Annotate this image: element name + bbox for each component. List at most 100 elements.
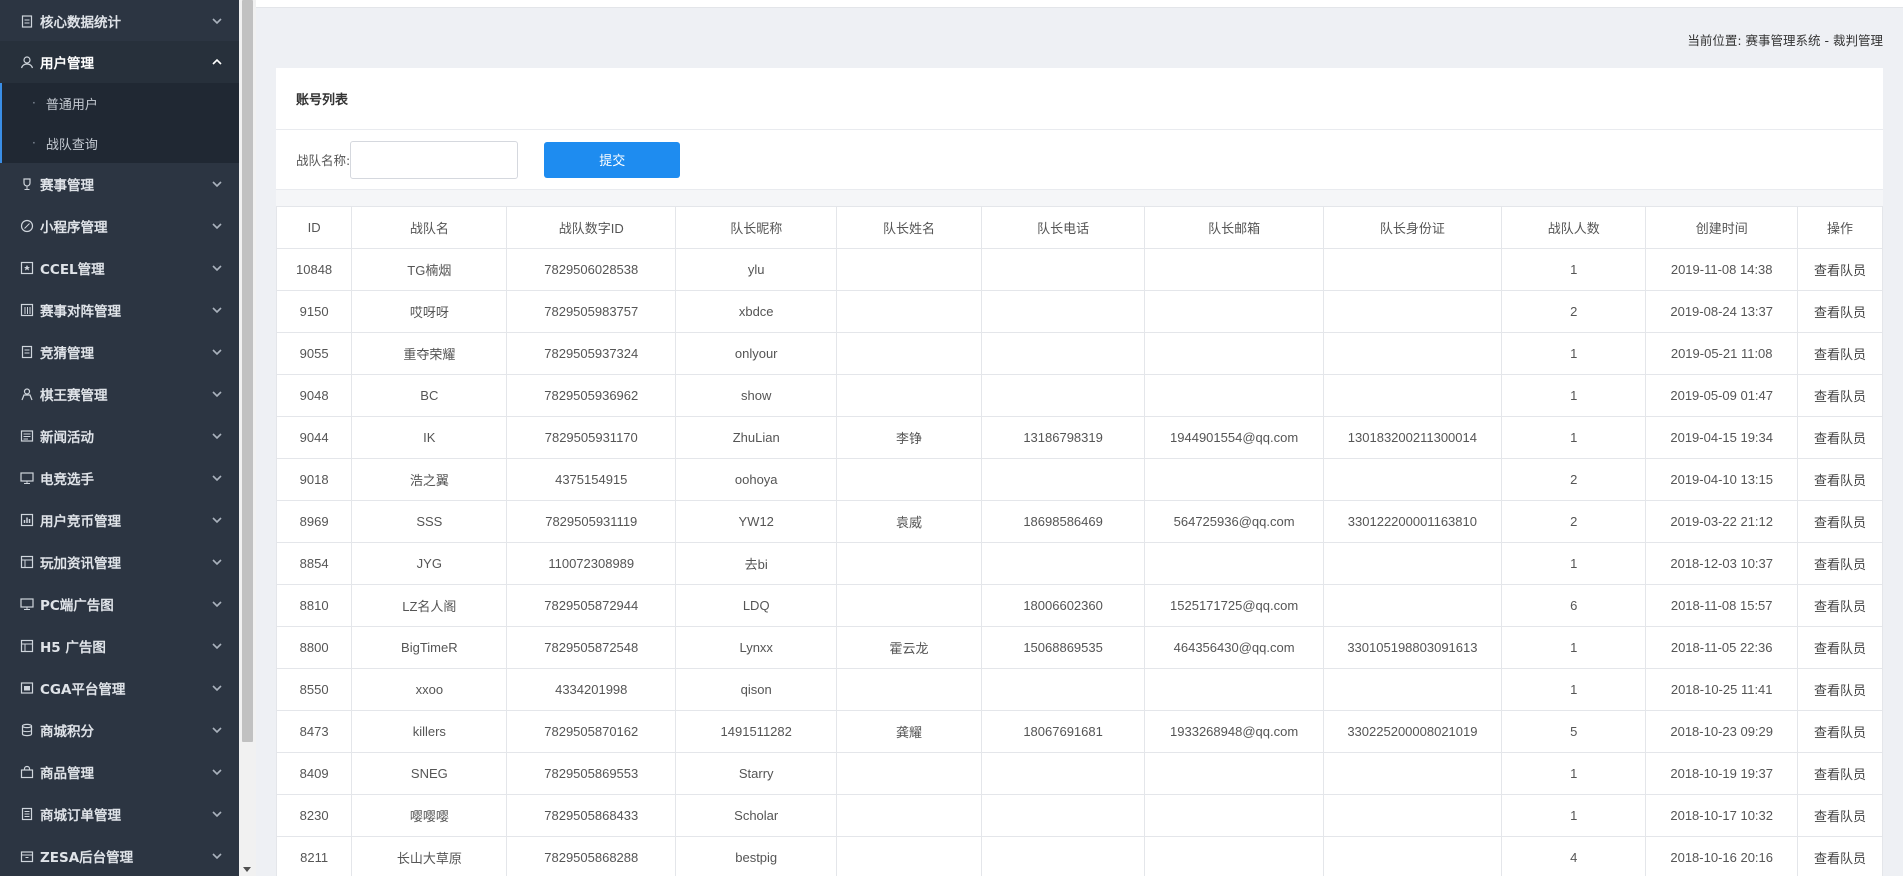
sidebar-item-6[interactable]: 竞猜管理 xyxy=(0,331,239,373)
table-cell: 袁威 xyxy=(836,500,982,543)
sidebar-item-12[interactable]: PC端广告图 xyxy=(0,583,239,625)
chevron-down-icon[interactable] xyxy=(211,766,223,778)
sidebar-item-14[interactable]: CGA平台管理 xyxy=(0,667,239,709)
view-members-link[interactable]: 查看队员 xyxy=(1797,248,1883,291)
sidebar-subitem-1[interactable]: · 战队查询 xyxy=(0,123,239,163)
table-cell: 1 xyxy=(1501,794,1647,837)
chevron-down-icon[interactable] xyxy=(211,430,223,442)
chevron-up-icon[interactable] xyxy=(211,56,223,68)
table-cell: 2018-12-03 10:37 xyxy=(1645,542,1798,585)
table-cell: ZhuLian xyxy=(675,416,838,459)
view-members-link[interactable]: 查看队员 xyxy=(1797,710,1883,753)
view-members-link[interactable]: 查看队员 xyxy=(1797,332,1883,375)
view-members-link[interactable]: 查看队员 xyxy=(1797,416,1883,459)
sidebar-item-17[interactable]: 商城订单管理 xyxy=(0,793,239,835)
view-members-link[interactable]: 查看队员 xyxy=(1797,542,1883,585)
table-cell xyxy=(1144,794,1324,837)
chevron-down-icon[interactable] xyxy=(211,388,223,400)
sidebar-item-8[interactable]: 新闻活动 xyxy=(0,415,239,457)
table-cell: 霍云龙 xyxy=(836,626,982,669)
view-members-link[interactable]: 查看队员 xyxy=(1797,836,1883,876)
table-cell: xxoo xyxy=(351,668,508,711)
chevron-down-icon[interactable] xyxy=(211,304,223,316)
table-cell xyxy=(1322,794,1503,837)
chevron-down-icon[interactable] xyxy=(211,262,223,274)
table-cell: 7829505868288 xyxy=(506,836,677,876)
sidebar-item-1[interactable]: 用户管理 xyxy=(0,41,239,83)
sidebar-item-4[interactable]: CCEL管理 xyxy=(0,247,239,289)
table-header-row: ID 战队名 战队数字ID 队长昵称 队长姓名 队长电话 队长邮箱 队长身份证 战队人数 创建时间… xyxy=(275,206,1883,249)
table-row: 8409 SNEG 7829505869553 Starry 1 2018-10-19 1… xyxy=(275,752,1883,795)
table-cell: 2 xyxy=(1501,458,1647,501)
sidebar-item-9[interactable]: 电竞选手 xyxy=(0,457,239,499)
chevron-down-icon[interactable] xyxy=(211,472,223,484)
table-cell: 哎呀呀 xyxy=(351,290,508,333)
sidebar-item-11[interactable]: 玩加资讯管理 xyxy=(0,541,239,583)
view-members-link[interactable]: 查看队员 xyxy=(1797,290,1883,333)
chevron-down-icon[interactable] xyxy=(211,598,223,610)
team-name-input[interactable] xyxy=(350,140,519,179)
table-cell: 2019-03-22 21:12 xyxy=(1645,500,1798,543)
view-members-link[interactable]: 查看队员 xyxy=(1797,458,1883,501)
box-icon xyxy=(20,849,34,863)
sidebar-scrollbar[interactable] xyxy=(239,0,256,876)
table-cell: 7829505869553 xyxy=(506,752,677,795)
table-cell: 2019-05-09 01:47 xyxy=(1645,374,1798,417)
sidebar-item-label: 玩加资讯管理 xyxy=(40,556,121,572)
chevron-down-icon[interactable] xyxy=(211,346,223,358)
sidebar-submenu: · 普通用户 · 战队查询 xyxy=(0,83,239,163)
view-members-link[interactable]: 查看队员 xyxy=(1797,794,1883,837)
table-row: 8810 LZ名人阁 7829505872944 LDQ 18006602360 1525… xyxy=(275,584,1883,627)
sidebar-item-7[interactable]: 棋王赛管理 xyxy=(0,373,239,415)
view-members-link[interactable]: 查看队员 xyxy=(1797,626,1883,669)
chevron-down-icon[interactable] xyxy=(211,724,223,736)
sidebar-item-10[interactable]: 用户竞币管理 xyxy=(0,499,239,541)
scrollbar-thumb[interactable] xyxy=(242,0,253,742)
scroll-down-arrow-icon[interactable] xyxy=(243,867,251,872)
submit-button[interactable]: 提交 xyxy=(544,141,681,178)
table-cell xyxy=(1322,332,1503,375)
chevron-down-icon[interactable] xyxy=(211,15,223,27)
sidebar-item-0[interactable]: 核心数据统计 xyxy=(0,0,239,41)
sidebar-item-15[interactable]: 商城积分 xyxy=(0,709,239,751)
chevron-down-icon[interactable] xyxy=(211,178,223,190)
chevron-down-icon[interactable] xyxy=(211,640,223,652)
sidebar-subitem-label: 普通用户 xyxy=(45,97,98,113)
table-row: 10848 TG楠烟 7829506028538 ylu 1 2019-11-08 14:… xyxy=(275,248,1883,291)
chevron-down-icon[interactable] xyxy=(211,220,223,232)
trophy-icon xyxy=(20,177,34,191)
sidebar-item-13[interactable]: H5 广告图 xyxy=(0,625,239,667)
sidebar-item-18[interactable]: ZESA后台管理 xyxy=(0,835,239,876)
table-cell xyxy=(980,374,1146,417)
sidebar-subitem-0[interactable]: · 普通用户 xyxy=(0,83,239,123)
view-members-link[interactable]: 查看队员 xyxy=(1797,668,1883,711)
sidebar-item-2[interactable]: 赛事管理 xyxy=(0,163,239,205)
sidebar-item-16[interactable]: 商品管理 xyxy=(0,751,239,793)
table-cell xyxy=(1322,836,1503,876)
sidebar-item-5[interactable]: 赛事对阵管理 xyxy=(0,289,239,331)
table-cell: 2018-11-08 15:57 xyxy=(1645,584,1798,627)
view-members-link[interactable]: 查看队员 xyxy=(1797,584,1883,627)
chevron-down-icon[interactable] xyxy=(211,514,223,526)
table-cell: 9044 xyxy=(275,416,353,459)
chevron-down-icon[interactable] xyxy=(211,682,223,694)
sidebar-item-label: 用户竞币管理 xyxy=(40,514,121,530)
chevron-down-icon[interactable] xyxy=(211,808,223,820)
table-cell: 7829505868433 xyxy=(506,794,677,837)
table-cell: 110072308989 xyxy=(506,542,677,585)
sidebar-item-label: PC端广告图 xyxy=(40,598,114,614)
table-cell: bestpig xyxy=(675,836,838,876)
table-cell: 2019-04-15 19:34 xyxy=(1645,416,1798,459)
table-cell: onlyour xyxy=(675,332,838,375)
column-header: 队长昵称 xyxy=(675,206,838,249)
chevron-down-icon[interactable] xyxy=(211,850,223,862)
view-members-link[interactable]: 查看队员 xyxy=(1797,752,1883,795)
sidebar-item-3[interactable]: 小程序管理 xyxy=(0,205,239,247)
view-members-link[interactable]: 查看队员 xyxy=(1797,500,1883,543)
document-icon xyxy=(20,345,34,359)
column-header: 队长姓名 xyxy=(836,206,982,249)
chevron-down-icon[interactable] xyxy=(211,556,223,568)
view-members-link[interactable]: 查看队员 xyxy=(1797,374,1883,417)
table-cell: Scholar xyxy=(675,794,838,837)
table-cell: 7829505983757 xyxy=(506,290,677,333)
